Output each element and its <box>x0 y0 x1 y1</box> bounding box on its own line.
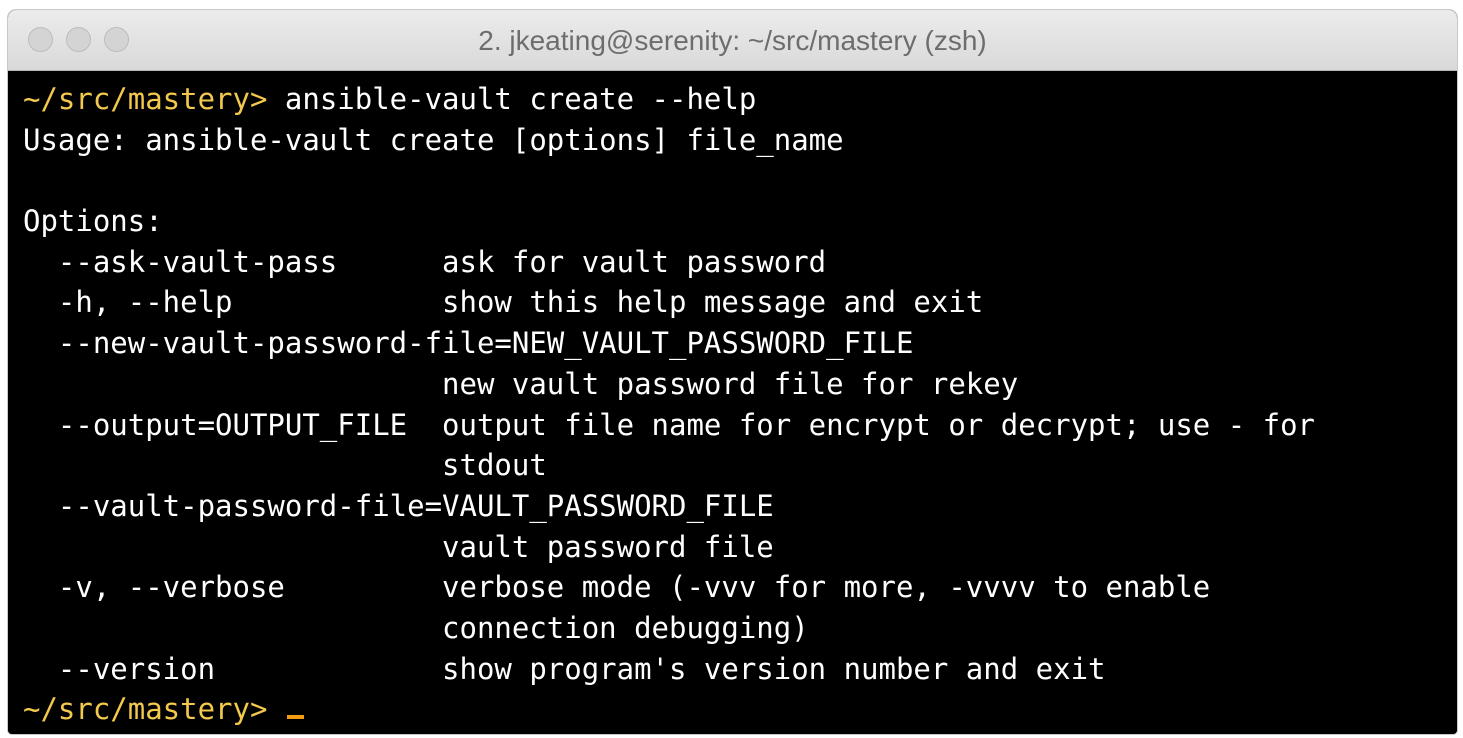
terminal-window: 2. jkeating@serenity: ~/src/mastery (zsh… <box>8 10 1457 734</box>
output-line: Usage: ansible-vault create [options] fi… <box>23 122 844 157</box>
output-line: --ask-vault-pass ask for vault password <box>23 244 827 279</box>
output-line: --vault-password-file=VAULT_PASSWORD_FIL… <box>23 488 774 523</box>
output-line: Options: <box>23 204 163 239</box>
output-line: --version show program's version number … <box>23 651 1106 686</box>
shell-prompt: ~/src/mastery> <box>23 692 268 727</box>
output-line: --output=OUTPUT_FILE output file name fo… <box>23 407 1316 442</box>
terminal-output[interactable]: ~/src/mastery> ansible-vault create --he… <box>8 71 1457 734</box>
output-line: vault password file <box>23 529 774 564</box>
window-title: 2. jkeating@serenity: ~/src/mastery (zsh… <box>478 25 987 56</box>
title-bar[interactable]: 2. jkeating@serenity: ~/src/mastery (zsh… <box>8 10 1457 71</box>
output-line: connection debugging) <box>23 610 809 645</box>
output-line: -v, --verbose verbose mode (-vvv for mor… <box>23 570 1211 605</box>
output-line: --new-vault-password-file=NEW_VAULT_PASS… <box>23 326 914 361</box>
text-cursor <box>286 715 304 720</box>
command-text: ansible-vault create --help <box>267 82 757 116</box>
command-line: ~/src/mastery> ansible-vault create --he… <box>23 79 1457 120</box>
shell-prompt: ~/src/mastery> <box>23 82 268 116</box>
input-line[interactable]: ~/src/mastery> <box>23 689 1457 730</box>
output-line: new vault password file for rekey <box>23 366 1019 401</box>
output-line: stdout <box>23 448 547 483</box>
output-line: -h, --help show this help message and ex… <box>23 285 984 320</box>
